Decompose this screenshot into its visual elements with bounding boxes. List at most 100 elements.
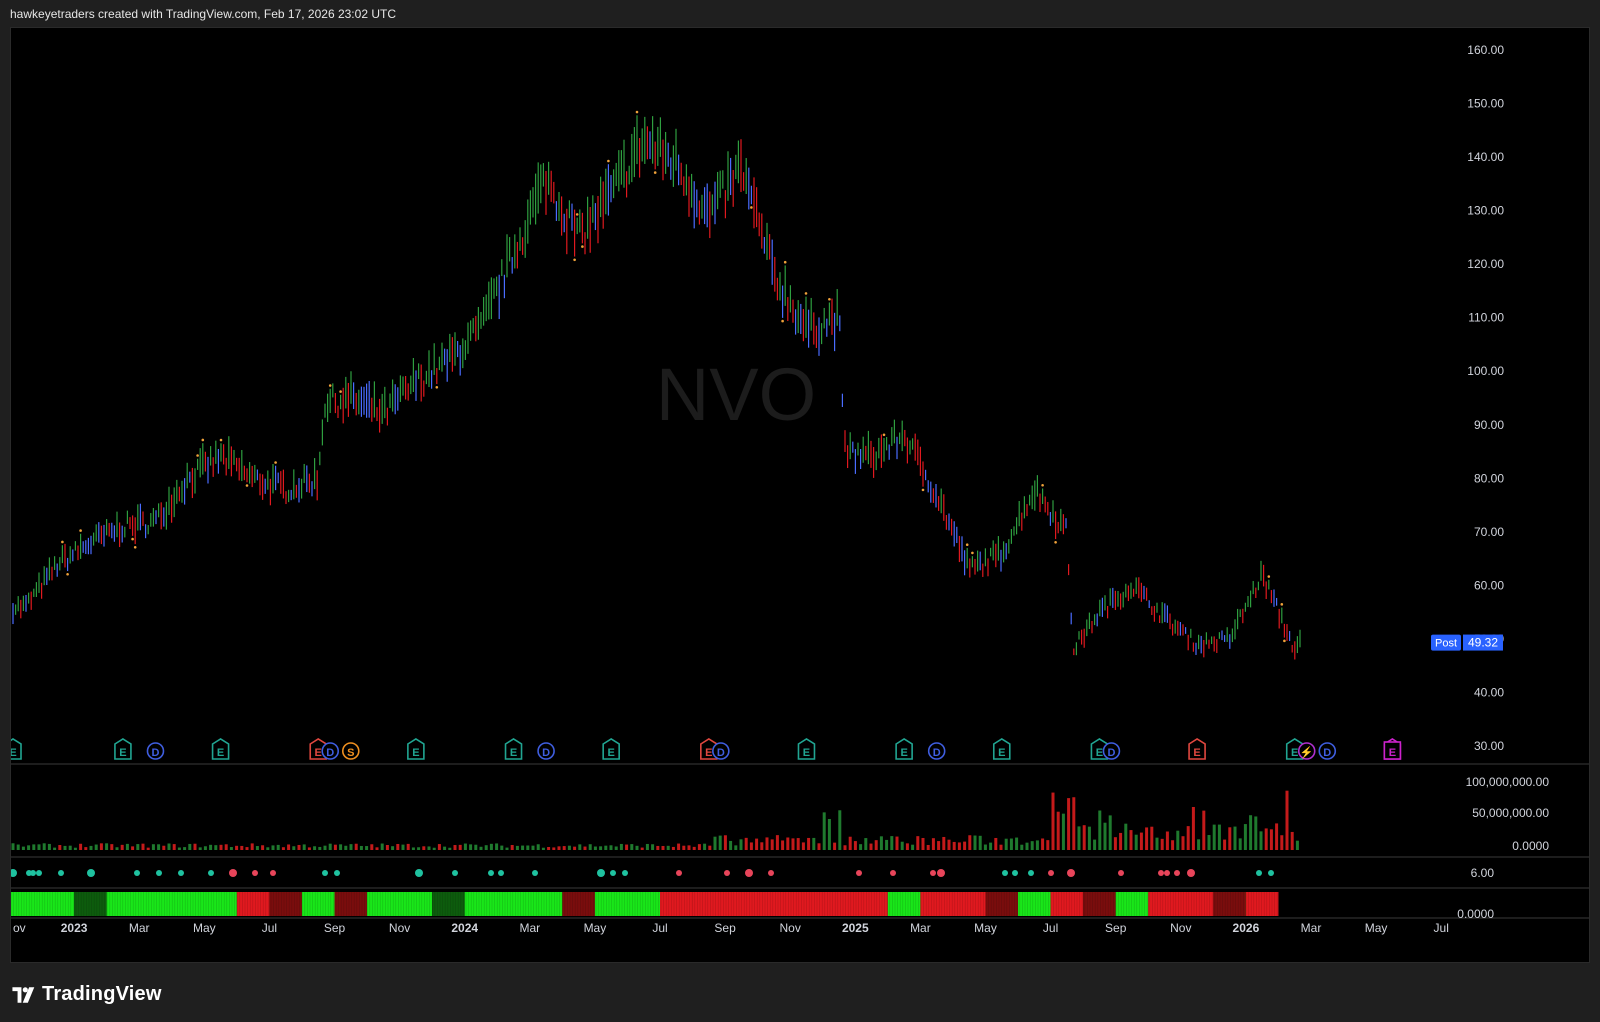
volume-bar: [203, 846, 207, 850]
event-marker-earnings: E: [407, 738, 425, 760]
indicator-dot: [498, 870, 504, 876]
volume-bar: [328, 843, 332, 850]
regime-band: [432, 892, 465, 916]
volume-bar: [994, 837, 998, 850]
regime-band: [367, 892, 433, 916]
indicator-dot: [724, 870, 730, 876]
volume-bar: [302, 844, 306, 850]
volume-bar: [541, 847, 545, 850]
indicator-dot: [1028, 870, 1034, 876]
volume-bar: [115, 847, 119, 850]
time-axis-label: Mar: [519, 921, 540, 935]
volume-axis-tick: 0.0000: [1512, 839, 1549, 853]
volume-bar: [536, 844, 540, 850]
time-axis-label: Nov: [389, 921, 410, 935]
volume-bar: [1264, 828, 1268, 850]
indicator-dot: [488, 870, 494, 876]
regime-band: [11, 892, 75, 916]
volume-bar: [1295, 840, 1299, 850]
time-axis-label: May: [584, 921, 607, 935]
tradingview-logo[interactable]: TradingView: [12, 983, 162, 1006]
volume-bar: [1217, 824, 1221, 850]
volume-bar: [687, 845, 691, 850]
volume-bar: [838, 810, 842, 850]
event-markers: E E D E E D S E E D E E D E E D E E D E E ⚡ D E: [11, 738, 1402, 760]
price-axis-tick: 100.00: [1467, 364, 1504, 378]
indicator-dot: [1002, 870, 1008, 876]
volume-bar: [198, 847, 202, 850]
volume-bar: [833, 842, 837, 850]
volume-bar: [1015, 837, 1019, 850]
volume-bar: [718, 835, 722, 850]
volume-bar: [297, 844, 301, 850]
volume-bar: [978, 835, 982, 850]
event-label: D: [151, 747, 159, 759]
price-axis-tick: 70.00: [1474, 525, 1504, 539]
volume-bar: [869, 843, 873, 850]
volume-bar: [900, 841, 904, 850]
volume-bar: [729, 840, 733, 850]
price-axis-tick: 130.00: [1467, 204, 1504, 218]
volume-bar: [999, 844, 1003, 850]
volume-bar: [469, 844, 473, 850]
volume-bar: [957, 842, 961, 850]
volume-bar: [224, 844, 228, 850]
volume-bar: [942, 836, 946, 850]
volume-bar: [573, 846, 577, 850]
volume-bar: [16, 844, 20, 850]
volume-bar: [271, 845, 275, 850]
volume-bar: [131, 846, 135, 850]
volume-bar: [885, 839, 889, 850]
swing-marker: [828, 297, 831, 301]
volume-bar: [1228, 827, 1232, 850]
volume-bar: [1103, 822, 1107, 850]
chart-canvas[interactable]: NVO 160.00 150.00 140.00 130.00 120.00 110.00 1…: [11, 28, 1589, 962]
event-label: E: [412, 747, 419, 759]
volume-bar: [1041, 838, 1045, 850]
volume-bar: [125, 843, 129, 850]
volume-bar: [937, 841, 941, 850]
event-label: E: [705, 747, 712, 759]
volume-bar: [1098, 810, 1102, 850]
indicator-dot: [229, 869, 237, 877]
volume-bar: [671, 846, 675, 850]
volume-bar: [619, 843, 623, 850]
volume-bar: [723, 835, 727, 850]
event-label: E: [119, 747, 126, 759]
volume-bar: [931, 838, 935, 850]
volume-bar: [380, 843, 384, 850]
indicator-dot: [622, 870, 628, 876]
symbol-watermark: NVO: [656, 353, 816, 436]
volume-bar: [677, 843, 681, 850]
chart-panel[interactable]: NVO 160.00 150.00 140.00 130.00 120.00 110.00 1…: [10, 27, 1590, 963]
regime-band: [1115, 892, 1149, 916]
volume-bar: [963, 841, 967, 850]
indicator-dot: [856, 870, 862, 876]
volume-bar: [614, 846, 618, 850]
volume-bar: [1259, 831, 1263, 850]
volume-bar: [666, 845, 670, 850]
volume-bar: [1233, 826, 1237, 850]
volume-bar: [827, 818, 831, 850]
price-axis-tick: 40.00: [1474, 685, 1504, 699]
time-axis-label: Sep: [714, 921, 736, 935]
regime-bands: [11, 892, 1283, 916]
indicator-dot: [36, 870, 42, 876]
volume-bar: [1004, 838, 1008, 850]
volume-bar: [1020, 844, 1024, 850]
volume-bar: [609, 845, 613, 850]
indicator-axis-tick: 0.0000: [1457, 907, 1494, 921]
volume-bar: [385, 844, 389, 850]
current-price-label: Post 49.32: [1431, 634, 1503, 651]
volume-bar: [1124, 823, 1128, 850]
swing-marker: [1041, 483, 1044, 487]
volume-bar: [287, 844, 291, 850]
volume-bar: [822, 812, 826, 850]
indicator-dot: [178, 870, 184, 876]
volume-bar: [422, 846, 426, 850]
event-label: E: [315, 747, 322, 759]
regime-band: [660, 892, 693, 916]
volume-bar: [276, 844, 280, 850]
volume-bar: [474, 844, 478, 850]
volume-bar: [21, 846, 25, 850]
